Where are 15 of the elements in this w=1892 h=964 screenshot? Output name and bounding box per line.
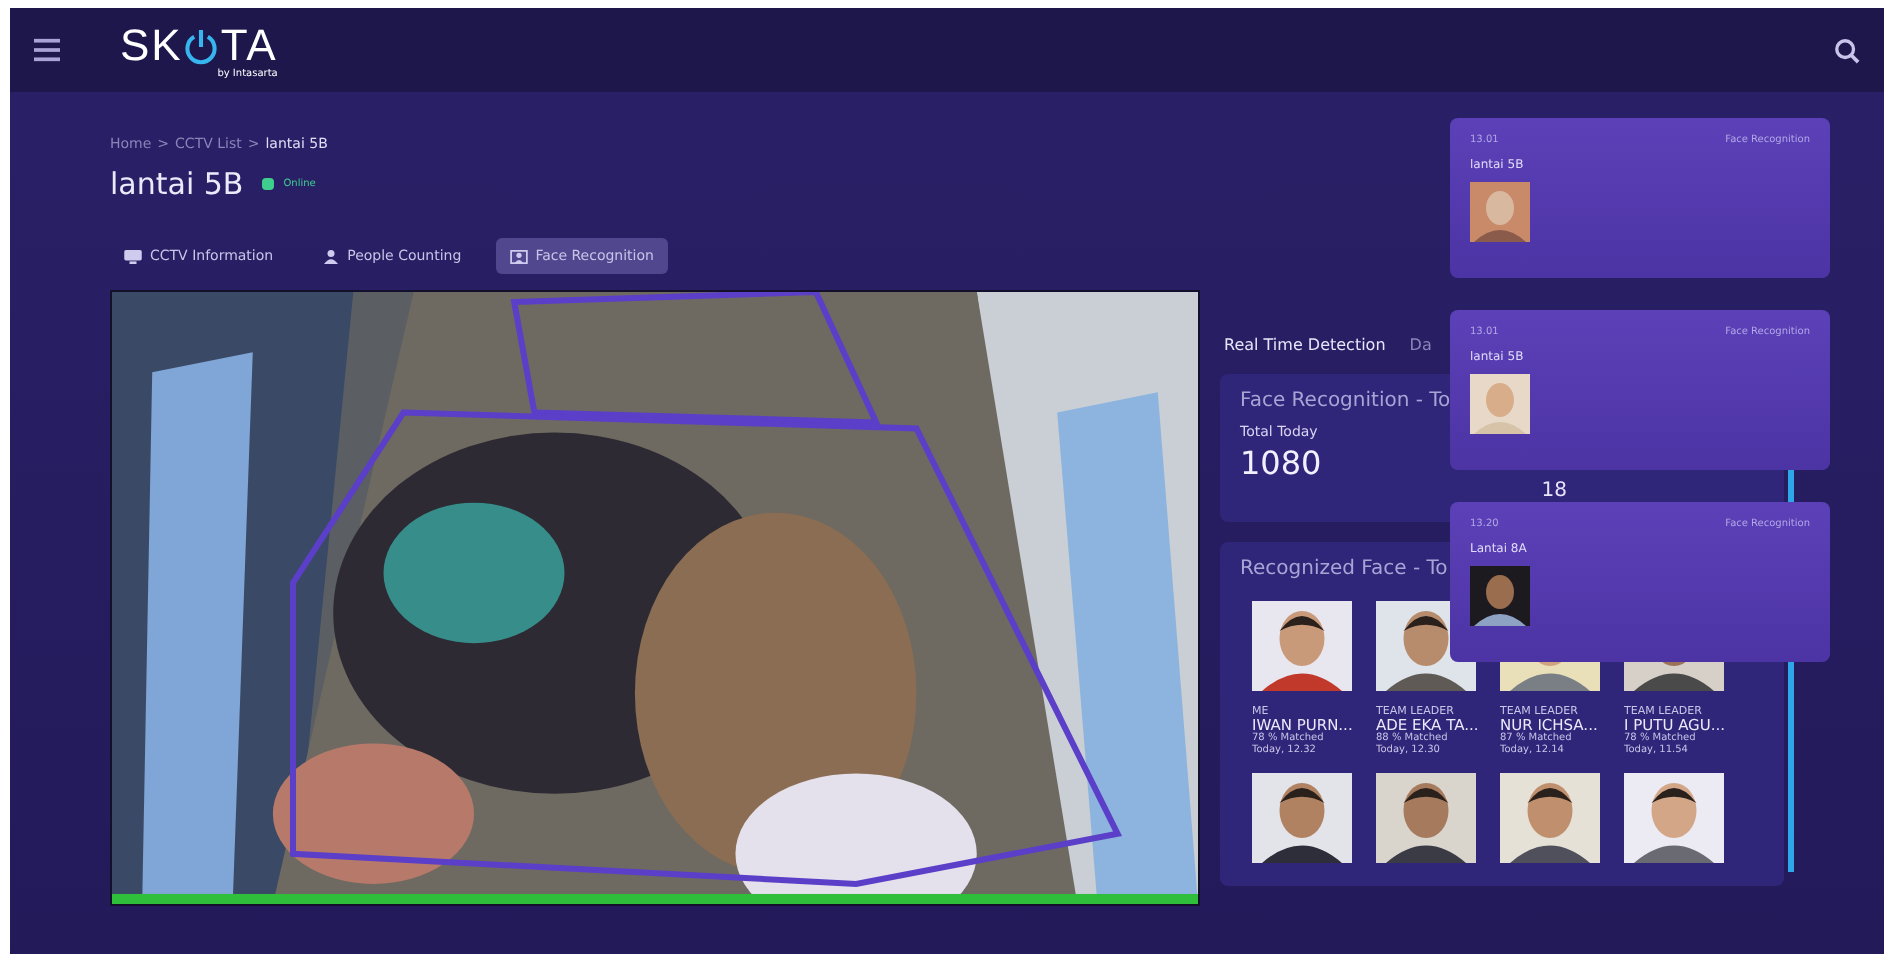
- card-title: Recognized Face - To: [1240, 558, 1448, 580]
- power-icon: [184, 27, 219, 65]
- face-frame-icon: [509, 249, 528, 263]
- search-icon[interactable]: [1834, 37, 1860, 63]
- detection-tab[interactable]: Real Time Detection: [1224, 336, 1386, 354]
- menu-icon[interactable]: [34, 38, 60, 62]
- monitor-icon: [124, 249, 142, 263]
- person-icon: [321, 249, 340, 263]
- count-value: 18: [1541, 482, 1567, 502]
- card-title: Face Recognition - To: [1240, 390, 1451, 412]
- logo-text: TA: [220, 20, 278, 70]
- page-title: lantai 5B: [110, 166, 244, 202]
- detection-tab[interactable]: Da: [1409, 336, 1432, 354]
- total-value: 1080: [1240, 444, 1322, 482]
- logo-text: SK: [120, 20, 183, 72]
